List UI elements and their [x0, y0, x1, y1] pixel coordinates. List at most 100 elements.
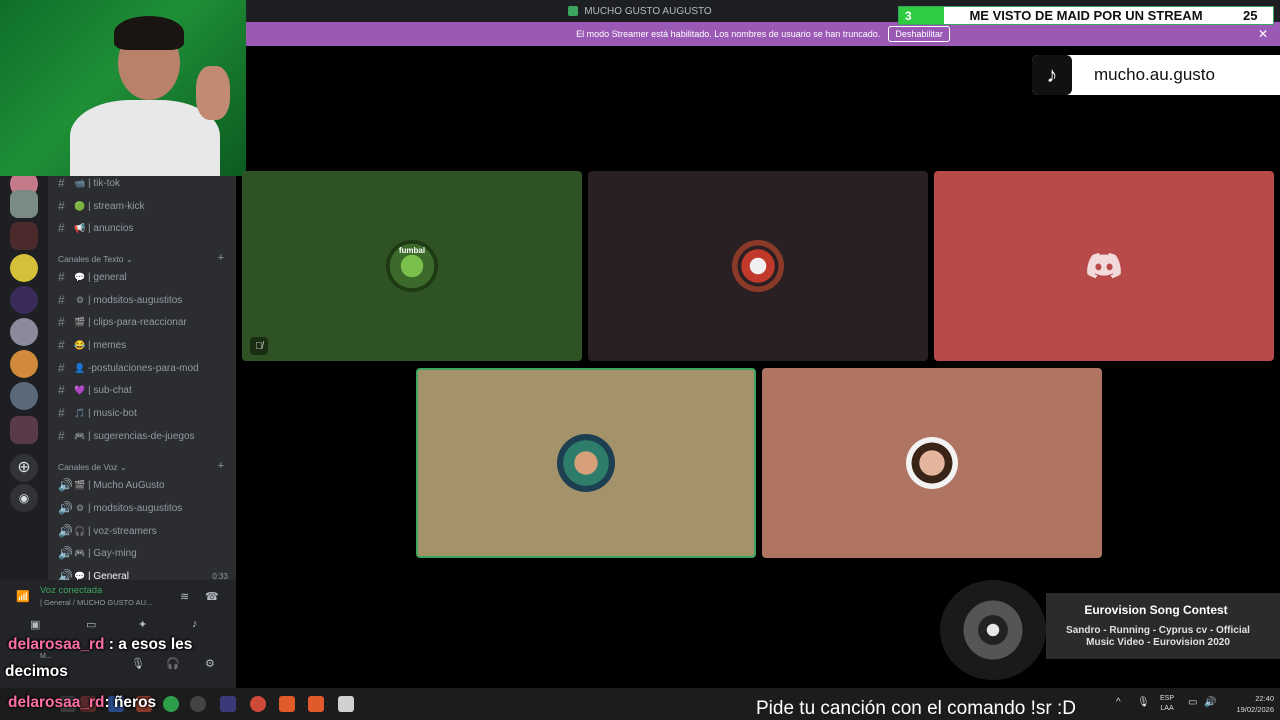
text-channels-category[interactable]: Canales de Texto ⌄	[58, 254, 133, 265]
channel-emoji: 💬	[74, 570, 86, 581]
settings-gear-icon[interactable]: ⚙	[205, 657, 215, 670]
server-icon[interactable]	[10, 350, 38, 378]
participant-tile[interactable]	[934, 171, 1274, 361]
channel-postulaciones-para-mod[interactable]: # 👤 -postulaciones-para-mod	[58, 358, 199, 378]
chat-separator: :	[104, 636, 119, 653]
tray-mic-icon[interactable]: 🎙	[1137, 697, 1150, 708]
channel-sugerencias-de-juegos[interactable]: # 🎮 | sugerencias-de-juegos	[58, 426, 195, 446]
explore-icon[interactable]: ◉	[10, 484, 38, 512]
server-icon[interactable]	[10, 190, 38, 218]
participant-avatar	[732, 240, 784, 292]
channel-clips-para-reaccionar[interactable]: # 🎬 | clips-para-reaccionar	[58, 312, 187, 332]
hash-icon: #	[58, 406, 65, 420]
activities-icon[interactable]: ✦	[138, 618, 147, 631]
channel-name: | tik-tok	[88, 177, 121, 189]
channel-general[interactable]: # 💬 | general	[58, 267, 127, 287]
add-server-icon[interactable]: ⊕	[10, 454, 38, 482]
window-title: MUCHO GUSTO AUGUSTO	[584, 5, 712, 17]
disable-streamer-mode-button[interactable]: Deshabilitar	[888, 26, 950, 42]
channel-emoji: 🎵	[74, 407, 86, 418]
headphones-icon[interactable]: 🎧	[166, 657, 180, 670]
add-text-channel-icon[interactable]: +	[218, 252, 224, 264]
channel-name: | Mucho AuGusto	[88, 479, 165, 491]
microphone-icon[interactable]: 🎙	[131, 657, 145, 670]
noise-suppression-icon[interactable]: ≋	[180, 590, 189, 603]
hash-icon: #	[58, 221, 65, 235]
channel-anuncios[interactable]: # 📢 | anuncios	[58, 218, 133, 238]
channel-stream-kick[interactable]: # 🟢 | stream-kick	[58, 196, 145, 216]
discord-logo-icon	[1078, 240, 1130, 292]
add-voice-channel-icon[interactable]: +	[218, 460, 224, 472]
keyboard-language[interactable]: ESP LAA	[1160, 694, 1174, 714]
taskbar-app-icon[interactable]	[250, 696, 266, 712]
voice-channels-category[interactable]: Canales de Voz ⌄	[58, 462, 127, 473]
server-icon[interactable]	[10, 254, 38, 282]
voice-channel-general[interactable]: 🔊 💬 | General 0:33	[58, 566, 228, 580]
hash-icon: #	[58, 270, 65, 284]
system-clock[interactable]: 22:40 19/02/2026	[1224, 693, 1274, 715]
channel-emoji: 📹	[74, 177, 86, 188]
layout-code: LAA	[1160, 705, 1174, 712]
tray-chevron-icon[interactable]: ^	[1116, 697, 1121, 708]
webcam-overlay	[0, 0, 246, 176]
chat-username: delarosaa_rd	[8, 636, 105, 653]
spotify-icon[interactable]	[163, 696, 179, 712]
disconnect-icon[interactable]: ☎	[205, 590, 219, 603]
channel-name: | stream-kick	[88, 200, 145, 212]
hash-icon: #	[58, 338, 65, 352]
volume-icon[interactable]: 🔊	[1204, 697, 1216, 708]
channel-emoji: 🎮	[74, 547, 86, 558]
obs-icon[interactable]	[190, 696, 206, 712]
file-icon[interactable]	[338, 696, 354, 712]
voice-channel-gay-ming[interactable]: 🔊 🎮 | Gay-ming	[58, 543, 137, 563]
channel-emoji: 💜	[74, 384, 86, 395]
hash-icon: #	[58, 293, 65, 307]
clock-time: 22:40	[1255, 694, 1274, 703]
channel-sub-chat[interactable]: # 💜 | sub-chat	[58, 380, 132, 400]
chat-message: delarosaa_rd : a esos les	[8, 636, 192, 654]
language-code: ESP	[1160, 695, 1175, 702]
server-icon[interactable]	[10, 222, 38, 250]
server-icon[interactable]	[10, 382, 38, 410]
server-icon[interactable]	[10, 318, 38, 346]
stream-goal-bar: 3 ME VISTO DE MAID POR UN STREAM 25	[898, 6, 1274, 25]
channel-modsitos-augustitos[interactable]: # ⚙ | modsitos-augustitos	[58, 290, 182, 310]
server-icon	[568, 6, 579, 16]
screen-share-icon[interactable]: ▭	[86, 618, 96, 631]
voice-channel-modsitos[interactable]: 🔊 ⚙ | modsitos-augustitos	[58, 498, 182, 518]
network-icon[interactable]: ▭	[1188, 697, 1197, 708]
voice-channel-mucho-augusto[interactable]: 🔊 🎬 | Mucho AuGusto	[58, 475, 165, 495]
clock-date: 19/02/2026	[1236, 705, 1274, 714]
hash-icon: #	[58, 199, 65, 213]
participant-tile[interactable]: fumbal 🎙̸	[242, 171, 582, 361]
signal-icon[interactable]: 📶	[16, 590, 30, 603]
soundboard-icon[interactable]: ♪	[192, 618, 198, 630]
channel-memes[interactable]: # 😂 | memes	[58, 335, 126, 355]
participant-tile-speaking[interactable]	[416, 368, 756, 558]
voice-channel-voz-streamers[interactable]: 🔊 🎧 | voz-streamers	[58, 521, 157, 541]
hash-icon: #	[58, 383, 65, 397]
taskbar-app-icon[interactable]	[220, 696, 236, 712]
server-folder[interactable]	[10, 416, 38, 444]
participant-tile[interactable]	[762, 368, 1102, 558]
channel-name: | clips-para-reaccionar	[88, 316, 187, 328]
voice-connected-status[interactable]: Voz conectada	[40, 585, 102, 596]
channel-name: | Gay-ming	[88, 547, 137, 559]
channel-emoji: 🎧	[74, 525, 86, 536]
participant-tile[interactable]	[588, 171, 928, 361]
server-icon[interactable]	[10, 286, 38, 314]
camera-icon[interactable]: ▣	[30, 618, 40, 631]
streamer-hair	[114, 16, 184, 50]
channel-name: | music-bot	[88, 407, 137, 419]
channel-music-bot[interactable]: # 🎵 | music-bot	[58, 403, 137, 423]
muted-mic-icon: 🎙̸	[250, 337, 268, 355]
channel-emoji: 😂	[74, 339, 86, 350]
brave-icon[interactable]	[308, 696, 324, 712]
goal-label: ME VISTO DE MAID POR UN STREAM	[969, 8, 1203, 23]
banner-close-icon[interactable]: ✕	[1258, 27, 1268, 41]
brave-icon[interactable]	[279, 696, 295, 712]
voice-timer: 0:33	[212, 571, 228, 581]
avatar-label: fumbal	[398, 246, 426, 255]
channel-tik-tok[interactable]: # 📹 | tik-tok	[58, 176, 120, 193]
user-name[interactable]: M...	[40, 653, 52, 660]
